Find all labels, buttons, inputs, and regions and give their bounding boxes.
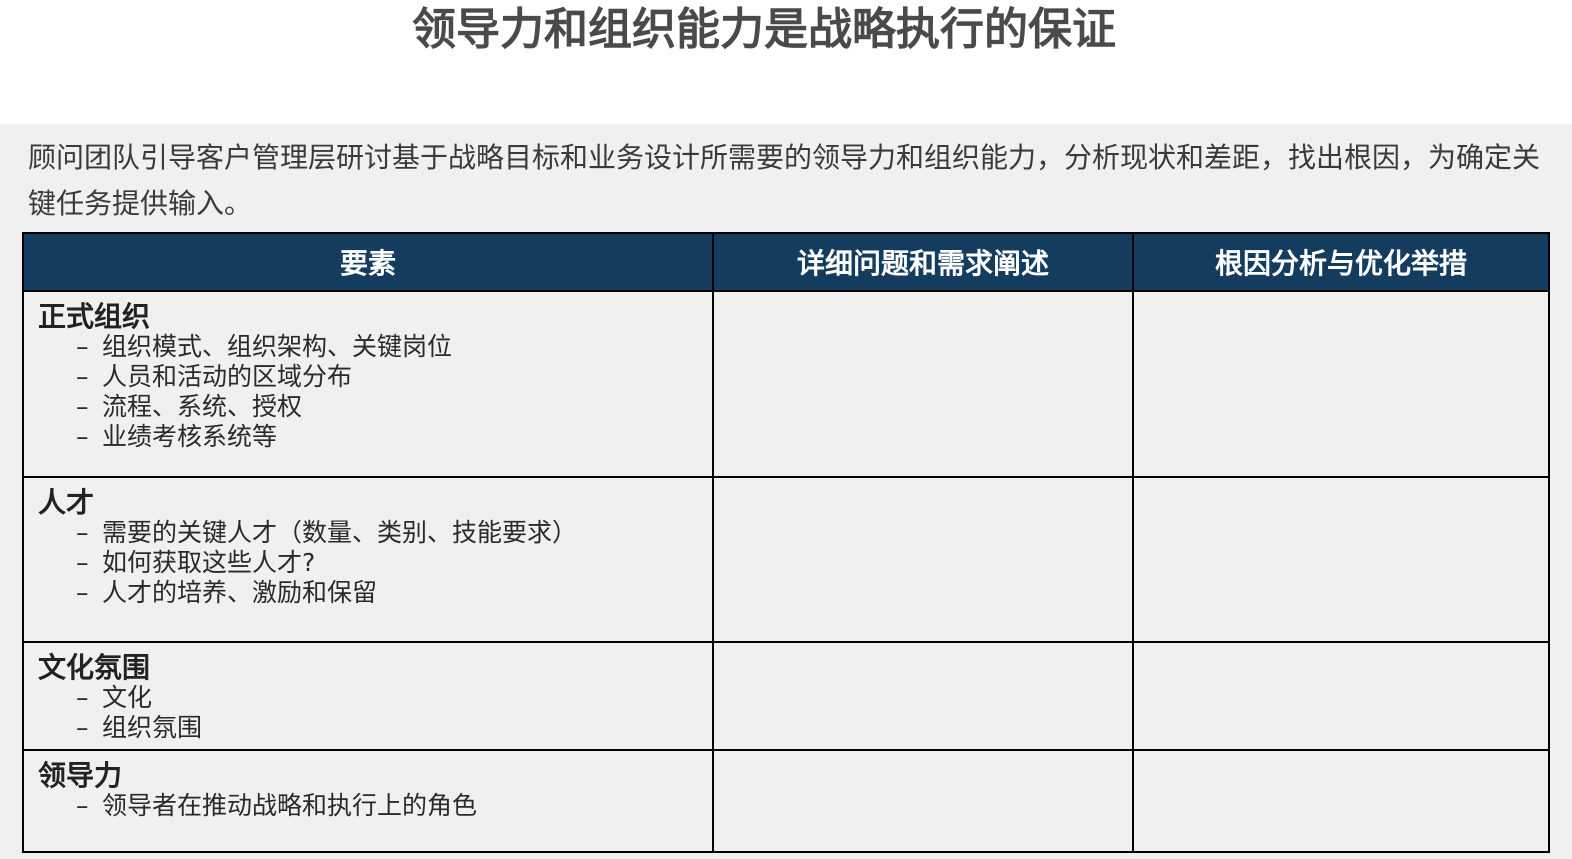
- element-cell: 文化氛围 – 文化 – 组织氛围: [22, 641, 714, 751]
- detail-cell[interactable]: [712, 476, 1134, 643]
- table-row: 正式组织 – 组织模式、组织架构、关键岗位 – 人员和活动的区域分布 – 流程、系统、…: [22, 290, 1550, 478]
- intro-text: 顾问团队引导客户管理层研讨基于战略目标和业务设计所需要的领导力和组织能力，分析现…: [28, 141, 1541, 220]
- list-item: – 领导者在推动战略和执行上的角色: [38, 791, 712, 821]
- list-item: – 流程、系统、授权: [38, 392, 712, 422]
- list-item: – 如何获取这些人才?: [38, 548, 712, 578]
- element-cell: 正式组织 – 组织模式、组织架构、关键岗位 – 人员和活动的区域分布 – 流程、系统、…: [22, 290, 714, 478]
- list-item: – 人才的培养、激励和保留: [38, 578, 712, 608]
- list-item: – 文化: [38, 683, 712, 713]
- root-cause-cell[interactable]: [1132, 749, 1550, 853]
- list-item-text: 如何获取这些人才?: [102, 548, 316, 577]
- list-item-text: 人员和活动的区域分布: [102, 362, 353, 391]
- list-item: – 组织模式、组织架构、关键岗位: [38, 332, 712, 362]
- element-title: 人才: [38, 486, 95, 519]
- detail-cell[interactable]: [712, 641, 1134, 751]
- detail-cell[interactable]: [712, 749, 1134, 853]
- dash-marker: –: [76, 392, 89, 421]
- element-title: 文化氛围: [38, 651, 151, 684]
- element-title: 正式组织: [38, 300, 151, 333]
- root-cause-cell[interactable]: [1132, 290, 1550, 478]
- capability-table: 要素 详细问题和需求阐述 根因分析与优化举措 正式组织 – 组织模式、组织架构、关…: [22, 232, 1550, 853]
- dash-marker: –: [76, 332, 89, 361]
- element-cell: 领导力 – 领导者在推动战略和执行上的角色: [22, 749, 714, 853]
- dash-marker: –: [76, 683, 89, 712]
- detail-cell[interactable]: [712, 290, 1134, 478]
- list-item: – 人员和活动的区域分布: [38, 362, 712, 392]
- header-root-cause: 根因分析与优化举措: [1132, 232, 1550, 292]
- dash-marker: –: [76, 362, 89, 391]
- table-header-row: 要素 详细问题和需求阐述 根因分析与优化举措: [22, 232, 1550, 292]
- root-cause-cell[interactable]: [1132, 641, 1550, 751]
- list-item-text: 业绩考核系统等: [102, 422, 278, 451]
- dash-marker: –: [76, 518, 89, 547]
- page-title: 领导力和组织能力是战略执行的保证: [412, 4, 1116, 55]
- list-item-text: 人才的培养、激励和保留: [102, 578, 378, 607]
- dash-marker: –: [76, 548, 89, 577]
- table-row: 文化氛围 – 文化 – 组织氛围: [22, 641, 1550, 751]
- list-item: – 组织氛围: [38, 713, 712, 743]
- table-row: 人才 – 需要的关键人才（数量、类别、技能要求） – 如何获取这些人才? – 人才的培…: [22, 476, 1550, 643]
- list-item-text: 组织氛围: [102, 713, 203, 742]
- dash-marker: –: [76, 713, 89, 742]
- root-cause-cell[interactable]: [1132, 476, 1550, 643]
- element-title: 领导力: [38, 759, 123, 792]
- list-item-text: 需要的关键人才（数量、类别、技能要求）: [102, 518, 578, 547]
- table-row: 领导力 – 领导者在推动战略和执行上的角色: [22, 749, 1550, 853]
- element-cell: 人才 – 需要的关键人才（数量、类别、技能要求） – 如何获取这些人才? – 人才的培…: [22, 476, 714, 643]
- dash-marker: –: [76, 791, 89, 820]
- list-item-text: 文化: [102, 683, 153, 712]
- header-element: 要素: [22, 232, 714, 292]
- dash-marker: –: [76, 422, 89, 451]
- list-item-text: 领导者在推动战略和执行上的角色: [102, 791, 478, 820]
- dash-marker: –: [76, 578, 89, 607]
- header-detail: 详细问题和需求阐述: [712, 232, 1134, 292]
- list-item: – 需要的关键人才（数量、类别、技能要求）: [38, 518, 712, 548]
- list-item-text: 组织模式、组织架构、关键岗位: [102, 332, 453, 361]
- list-item-text: 流程、系统、授权: [102, 392, 303, 421]
- list-item: – 业绩考核系统等: [38, 422, 712, 452]
